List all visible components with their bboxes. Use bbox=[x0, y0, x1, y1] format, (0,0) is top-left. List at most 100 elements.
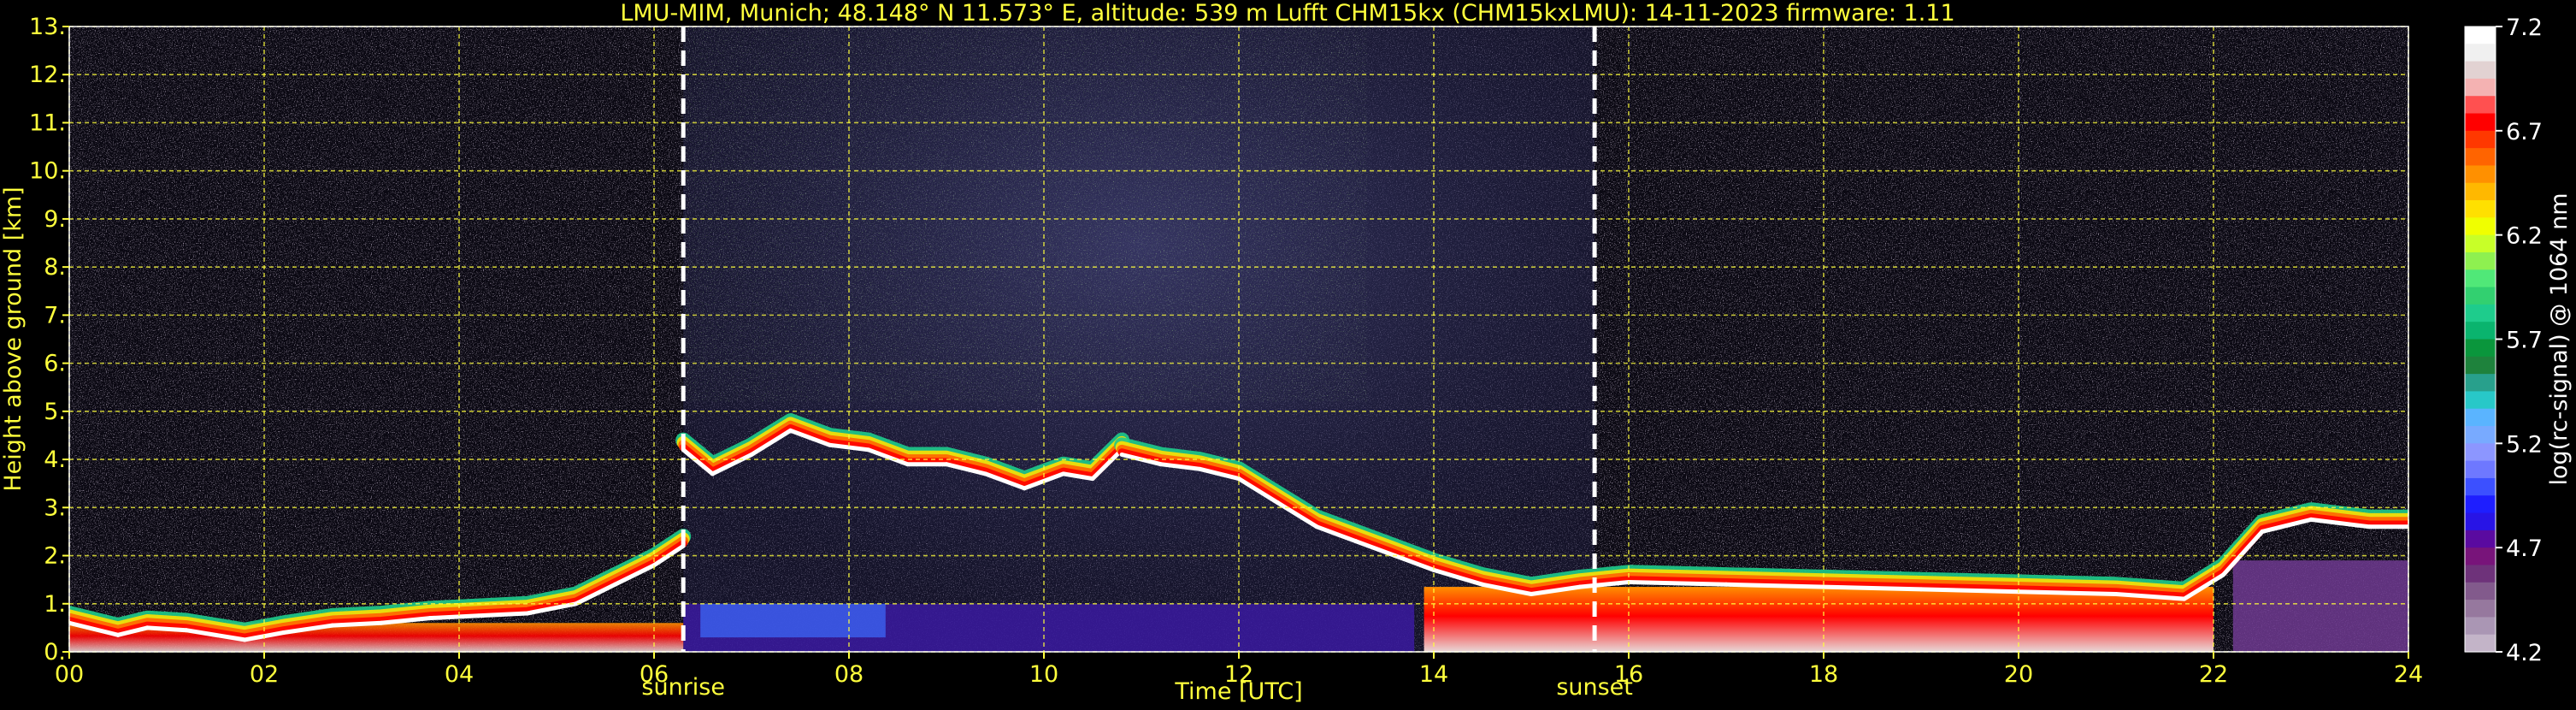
series-2-point bbox=[1724, 582, 1729, 587]
colorbar-segment bbox=[2465, 565, 2496, 583]
series-0-point bbox=[330, 623, 335, 628]
series-2-point bbox=[1197, 466, 1202, 471]
late-night-layer bbox=[2232, 560, 2408, 652]
y-tick-label: 2. bbox=[44, 543, 66, 570]
series-0-point bbox=[115, 632, 121, 637]
colorbar-segment bbox=[2465, 426, 2496, 444]
series-1-point bbox=[905, 462, 910, 467]
colorbar-segment bbox=[2465, 530, 2496, 548]
series-1-point bbox=[1061, 471, 1066, 476]
x-tick-label: 04 bbox=[445, 661, 474, 688]
chart-title: LMU-MIM, Munich; 48.148° N 11.573° E, al… bbox=[620, 0, 1954, 27]
evening-boundary-layer bbox=[1424, 587, 2213, 652]
colorbar-label: log(rc-signal) @ 1064 nm bbox=[2546, 192, 2573, 485]
series-0-point bbox=[612, 582, 617, 587]
y-tick-label: 8. bbox=[44, 254, 66, 281]
colorbar-segment bbox=[2465, 477, 2496, 496]
colorbar-tick-label: 4.7 bbox=[2506, 535, 2543, 562]
colorbar-tick-label: 4.2 bbox=[2506, 640, 2543, 666]
series-0-point bbox=[379, 620, 384, 625]
series-1-point bbox=[710, 471, 715, 476]
colorbar-segment bbox=[2465, 113, 2496, 132]
series-2-point bbox=[2182, 596, 2187, 601]
colorbar-segment bbox=[2465, 44, 2496, 62]
x-tick-label: 10 bbox=[1029, 661, 1058, 688]
y-tick-label: 6. bbox=[44, 351, 66, 377]
x-tick-label: 14 bbox=[1419, 661, 1448, 688]
marker-label-sunset: sunset bbox=[1556, 674, 1633, 701]
series-0-point bbox=[281, 630, 286, 636]
y-tick-label: 11. bbox=[29, 109, 66, 136]
x-tick-label: 24 bbox=[2394, 661, 2423, 688]
y-tick-label: 10. bbox=[29, 158, 66, 185]
series-0-point bbox=[427, 616, 433, 621]
colorbar-tick-label: 5.2 bbox=[2506, 431, 2543, 458]
x-tick-label: 22 bbox=[2199, 661, 2228, 688]
x-tick-label: 02 bbox=[250, 661, 279, 688]
series-1-point bbox=[1090, 476, 1095, 482]
x-tick-label: 18 bbox=[1809, 661, 1838, 688]
colorbar-segment bbox=[2465, 78, 2496, 97]
colorbar-segment bbox=[2465, 460, 2496, 479]
marker-label-sunrise: sunrise bbox=[641, 674, 725, 701]
y-tick-label: 12. bbox=[29, 62, 66, 88]
colorbar-segment bbox=[2465, 234, 2496, 253]
colorbar-segment bbox=[2465, 200, 2496, 218]
series-2-point bbox=[1119, 452, 1124, 457]
colorbar-segment bbox=[2465, 391, 2496, 410]
colorbar-segment bbox=[2465, 339, 2496, 358]
x-axis-label: Time [UTC] bbox=[1174, 678, 1302, 705]
series-2-point bbox=[1529, 592, 1534, 597]
y-axis-label: Height above ground [km] bbox=[0, 186, 27, 491]
series-2-point bbox=[1821, 584, 1826, 589]
series-0-point bbox=[476, 613, 481, 618]
colorbar-segment bbox=[2465, 61, 2496, 80]
series-2-point bbox=[1577, 584, 1583, 589]
colorbar-segment bbox=[2465, 304, 2496, 322]
colorbar-segment bbox=[2465, 356, 2496, 375]
colorbar-segment bbox=[2465, 148, 2496, 167]
colorbar-segment bbox=[2465, 322, 2496, 340]
series-2-point bbox=[1314, 524, 1319, 530]
colorbar-segment bbox=[2465, 287, 2496, 305]
series-2-point bbox=[1276, 500, 1281, 506]
series-0-point bbox=[144, 625, 150, 630]
colorbar-segment bbox=[2465, 217, 2496, 236]
series-1-point bbox=[788, 428, 793, 433]
series-1-point bbox=[1022, 486, 1027, 491]
series-1-point bbox=[827, 442, 832, 447]
series-2-point bbox=[2220, 572, 2225, 577]
series-1-point bbox=[983, 471, 988, 476]
colorbar-segment bbox=[2465, 374, 2496, 393]
near-surface-blue bbox=[700, 603, 886, 638]
series-2-point bbox=[2308, 517, 2314, 522]
series-2-point bbox=[1919, 587, 1924, 592]
colorbar-tick-label: 7.2 bbox=[2506, 15, 2543, 41]
y-tick-label: 7. bbox=[44, 302, 66, 328]
ceilometer-figure: LMU-MIM, Munich; 48.148° N 11.573° E, al… bbox=[0, 0, 2576, 707]
colorbar-segment bbox=[2465, 600, 2496, 618]
y-tick-label: 5. bbox=[44, 399, 66, 425]
y-tick-label: 1. bbox=[44, 591, 66, 618]
y-tick-label: 3. bbox=[44, 494, 66, 521]
colorbar-segment bbox=[2465, 96, 2496, 115]
x-tick-label: 20 bbox=[2004, 661, 2033, 688]
colorbar-segment bbox=[2465, 182, 2496, 201]
colorbar-segment bbox=[2465, 512, 2496, 531]
colorbar-segment bbox=[2465, 582, 2496, 601]
colorbar-tick-label: 5.7 bbox=[2506, 328, 2543, 354]
y-tick-label: 0. bbox=[44, 639, 66, 666]
x-tick-label: 08 bbox=[834, 661, 864, 688]
daytime-noise bbox=[683, 27, 1367, 402]
colorbar-segment bbox=[2465, 27, 2496, 44]
y-tick-label: 4. bbox=[44, 447, 66, 473]
colorbar-segment bbox=[2465, 443, 2496, 462]
colorbar-segment bbox=[2465, 495, 2496, 514]
series-1-point bbox=[866, 447, 871, 453]
series-2-point bbox=[2260, 529, 2265, 534]
colorbar-tick-label: 6.7 bbox=[2506, 119, 2543, 145]
colorbar-segment bbox=[2465, 617, 2496, 636]
colorbar-segment bbox=[2465, 269, 2496, 288]
colorbar-segment bbox=[2465, 251, 2496, 270]
colorbar-segment bbox=[2465, 165, 2496, 184]
